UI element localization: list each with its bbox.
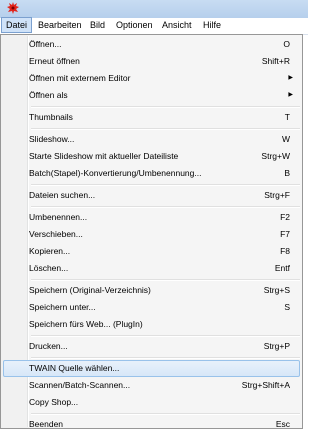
menu-datei[interactable]: Datei xyxy=(1,17,33,33)
menu-separator xyxy=(31,413,300,414)
menu-item-beenden[interactable]: Beenden Esc xyxy=(3,416,300,433)
menu-item-oeffnen-mit-externem-editor[interactable]: Öffnen mit externem Editor ▶ xyxy=(3,70,300,87)
menu-item-loeschen[interactable]: Löschen... Entf xyxy=(3,260,300,277)
menu-item-starte-slideshow[interactable]: Starte Slideshow mit aktueller Dateilist… xyxy=(3,148,300,165)
menu-item-twain-quelle-waehlen[interactable]: TWAIN Quelle wählen... xyxy=(3,360,300,377)
menu-item-scannen[interactable]: Scannen/Batch-Scannen... Strg+Shift+A xyxy=(3,377,300,394)
menu-item-umbenennen[interactable]: Umbenennen... F2 xyxy=(3,209,300,226)
menu-separator xyxy=(31,357,300,358)
menu-separator xyxy=(31,279,300,280)
menu-item-oeffnen-als[interactable]: Öffnen als ▶ xyxy=(3,87,300,104)
menu-item-oeffnen[interactable]: Öffnen... O xyxy=(3,36,300,53)
menu-item-slideshow[interactable]: Slideshow... W xyxy=(3,131,300,148)
menu-separator xyxy=(31,184,300,185)
menu-bar: Datei Bearbeiten Bild Optionen Ansicht H… xyxy=(0,17,308,35)
title-bar xyxy=(0,0,308,18)
menu-item-dateien-suchen[interactable]: Dateien suchen... Strg+F xyxy=(3,187,300,204)
menu-hilfe[interactable]: Hilfe xyxy=(199,18,225,33)
menu-separator xyxy=(31,206,300,207)
submenu-arrow-icon: ▶ xyxy=(288,92,293,98)
menu-separator xyxy=(31,106,300,107)
menu-item-speichern-unter[interactable]: Speichern unter... S xyxy=(3,299,300,316)
menu-item-copy-shop[interactable]: Copy Shop... xyxy=(3,394,300,411)
menu-item-batch-konvertierung[interactable]: Batch(Stapel)-Konvertierung/Umbenennung.… xyxy=(3,165,300,182)
menu-item-speichern-fuers-web[interactable]: Speichern fürs Web... (PlugIn) xyxy=(3,316,300,333)
menu-separator xyxy=(31,335,300,336)
menu-item-verschieben[interactable]: Verschieben... F7 xyxy=(3,226,300,243)
menu-item-drucken[interactable]: Drucken... Strg+P xyxy=(3,338,300,355)
menu-separator xyxy=(31,128,300,129)
menu-item-kopieren[interactable]: Kopieren... F8 xyxy=(3,243,300,260)
menu-item-erneut-oeffnen[interactable]: Erneut öffnen Shift+R xyxy=(3,53,300,70)
menu-bearbeiten[interactable]: Bearbeiten xyxy=(34,18,86,33)
menu-ansicht[interactable]: Ansicht xyxy=(158,18,196,33)
datei-dropdown-menu: Öffnen... O Erneut öffnen Shift+R Öffnen… xyxy=(0,34,303,429)
menu-optionen[interactable]: Optionen xyxy=(112,18,157,33)
menu-item-thumbnails[interactable]: Thumbnails T xyxy=(3,109,300,126)
menu-item-speichern[interactable]: Speichern (Original-Verzeichnis) Strg+S xyxy=(3,282,300,299)
submenu-arrow-icon: ▶ xyxy=(288,75,293,81)
menu-bild[interactable]: Bild xyxy=(86,18,109,33)
irfanview-cat-icon xyxy=(7,2,19,14)
